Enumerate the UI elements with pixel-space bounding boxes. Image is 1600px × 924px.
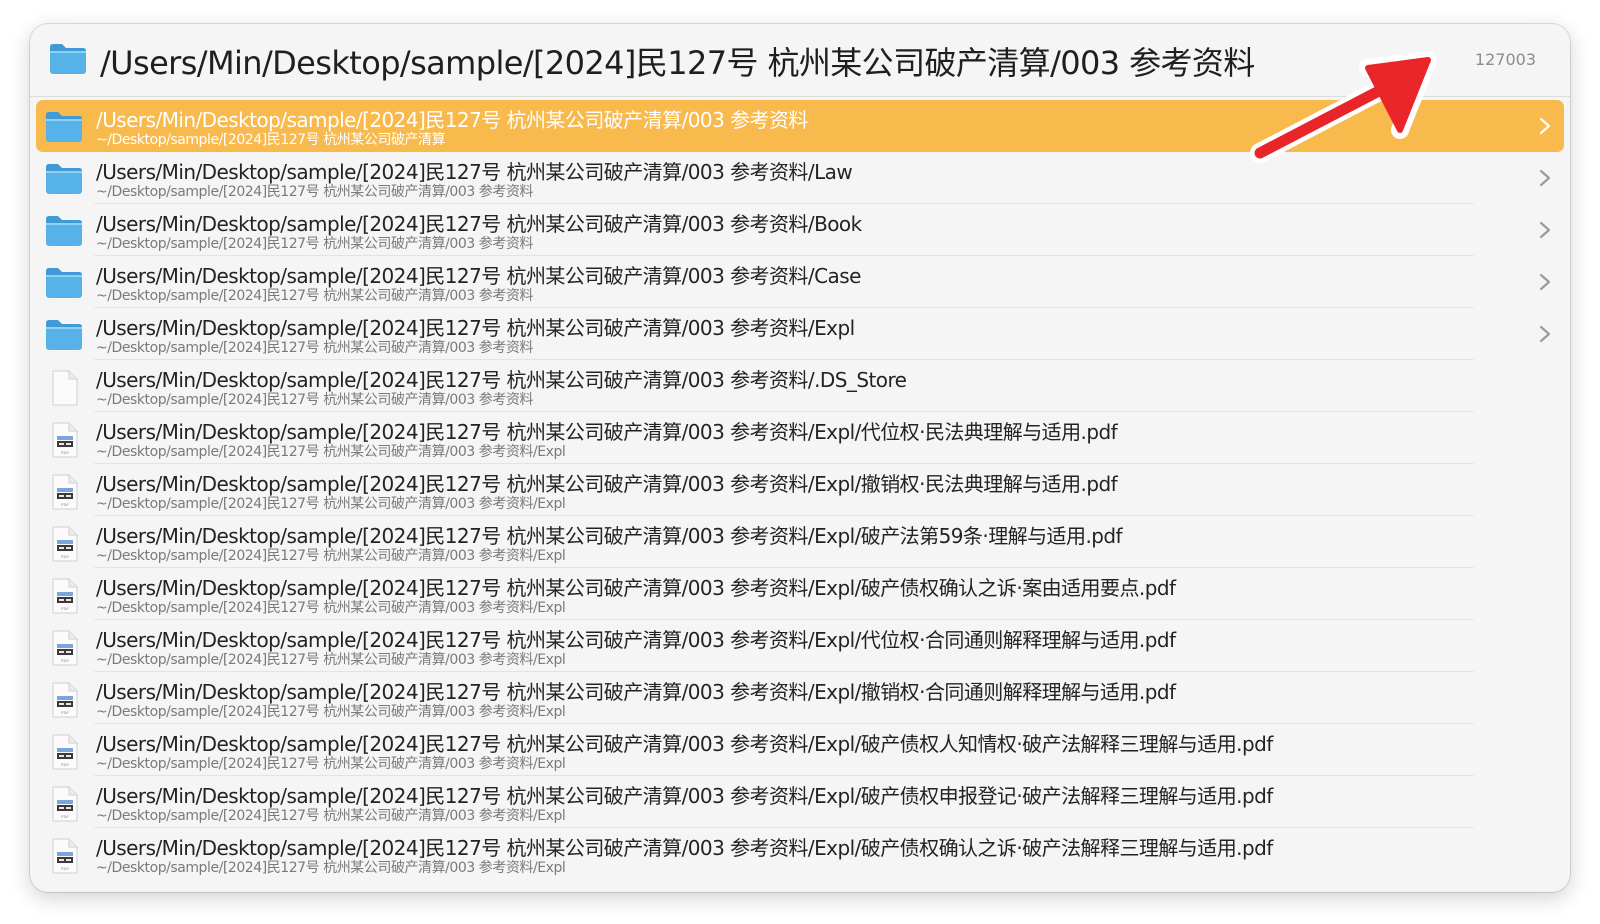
result-subtitle: ~/Desktop/sample/[2024]民127号 杭州某公司破产清算/0… — [96, 236, 533, 252]
result-row[interactable]: /Users/Min/Desktop/sample/[2024]民127号 杭州… — [36, 360, 1564, 412]
result-row[interactable]: PDF/Users/Min/Desktop/sample/[2024]民127号… — [36, 516, 1564, 568]
pdf-file-icon: PDF — [44, 682, 84, 722]
chevron-right-icon[interactable] — [1538, 272, 1552, 296]
result-row[interactable]: PDF/Users/Min/Desktop/sample/[2024]民127号… — [36, 828, 1564, 880]
svg-text:PDF: PDF — [61, 814, 70, 819]
folder-icon — [44, 214, 84, 252]
result-subtitle: ~/Desktop/sample/[2024]民127号 杭州某公司破产清算/0… — [96, 184, 533, 200]
annotation-arrow-icon — [1250, 51, 1437, 163]
result-subtitle: ~/Desktop/sample/[2024]民127号 杭州某公司破产清算/0… — [96, 652, 566, 668]
svg-text:PDF: PDF — [61, 502, 70, 507]
result-subtitle: ~/Desktop/sample/[2024]民127号 杭州某公司破产清算 — [96, 132, 446, 148]
result-subtitle: ~/Desktop/sample/[2024]民127号 杭州某公司破产清算/0… — [96, 860, 566, 876]
pdf-file-icon: PDF — [44, 422, 84, 462]
result-row[interactable]: /Users/Min/Desktop/sample/[2024]民127号 杭州… — [36, 308, 1564, 360]
folder-icon — [44, 318, 84, 356]
result-subtitle: ~/Desktop/sample/[2024]民127号 杭州某公司破产清算/0… — [96, 392, 533, 408]
result-row[interactable]: PDF/Users/Min/Desktop/sample/[2024]民127号… — [36, 620, 1564, 672]
pdf-file-icon: PDF — [44, 474, 84, 514]
result-row[interactable]: PDF/Users/Min/Desktop/sample/[2024]民127号… — [36, 568, 1564, 620]
result-row[interactable]: PDF/Users/Min/Desktop/sample/[2024]民127号… — [36, 672, 1564, 724]
chevron-right-icon[interactable] — [1538, 220, 1552, 244]
svg-text:PDF: PDF — [61, 450, 70, 455]
pdf-file-icon: PDF — [44, 838, 84, 878]
result-subtitle: ~/Desktop/sample/[2024]民127号 杭州某公司破产清算/0… — [96, 600, 566, 616]
pdf-file-icon: PDF — [44, 578, 84, 618]
folder-icon — [48, 42, 88, 80]
svg-text:PDF: PDF — [61, 554, 70, 559]
result-count: 127003 — [1474, 50, 1536, 69]
svg-text:PDF: PDF — [61, 866, 70, 871]
folder-icon — [44, 266, 84, 304]
result-subtitle: ~/Desktop/sample/[2024]民127号 杭州某公司破产清算/0… — [96, 444, 566, 460]
chevron-right-icon[interactable] — [1538, 324, 1552, 348]
pdf-file-icon: PDF — [44, 786, 84, 826]
folder-icon — [44, 162, 84, 200]
blank-file-icon — [44, 370, 84, 410]
chevron-right-icon[interactable] — [1538, 168, 1552, 192]
chevron-right-icon[interactable] — [1538, 116, 1552, 140]
query-title: /Users/Min/Desktop/sample/[2024]民127号 杭州… — [100, 44, 1255, 82]
folder-icon — [44, 110, 84, 148]
svg-text:PDF: PDF — [61, 710, 70, 715]
result-row[interactable]: PDF/Users/Min/Desktop/sample/[2024]民127号… — [36, 464, 1564, 516]
result-subtitle: ~/Desktop/sample/[2024]民127号 杭州某公司破产清算/0… — [96, 548, 566, 564]
result-row[interactable]: PDF/Users/Min/Desktop/sample/[2024]民127号… — [36, 724, 1564, 776]
svg-text:PDF: PDF — [61, 762, 70, 767]
result-subtitle: ~/Desktop/sample/[2024]民127号 杭州某公司破产清算/0… — [96, 340, 533, 356]
pdf-file-icon: PDF — [44, 734, 84, 774]
pdf-file-icon: PDF — [44, 630, 84, 670]
result-subtitle: ~/Desktop/sample/[2024]民127号 杭州某公司破产清算/0… — [96, 496, 566, 512]
result-row[interactable]: PDF/Users/Min/Desktop/sample/[2024]民127号… — [36, 412, 1564, 464]
result-row[interactable]: PDF/Users/Min/Desktop/sample/[2024]民127号… — [36, 776, 1564, 828]
result-subtitle: ~/Desktop/sample/[2024]民127号 杭州某公司破产清算/0… — [96, 704, 566, 720]
svg-text:PDF: PDF — [61, 606, 70, 611]
result-row[interactable]: /Users/Min/Desktop/sample/[2024]民127号 杭州… — [36, 204, 1564, 256]
svg-text:PDF: PDF — [61, 658, 70, 663]
result-row[interactable]: /Users/Min/Desktop/sample/[2024]民127号 杭州… — [36, 256, 1564, 308]
pdf-file-icon: PDF — [44, 526, 84, 566]
result-subtitle: ~/Desktop/sample/[2024]民127号 杭州某公司破产清算/0… — [96, 756, 566, 772]
result-subtitle: ~/Desktop/sample/[2024]民127号 杭州某公司破产清算/0… — [96, 288, 533, 304]
results-list: /Users/Min/Desktop/sample/[2024]民127号 杭州… — [30, 100, 1570, 880]
result-subtitle: ~/Desktop/sample/[2024]民127号 杭州某公司破产清算/0… — [96, 808, 566, 824]
